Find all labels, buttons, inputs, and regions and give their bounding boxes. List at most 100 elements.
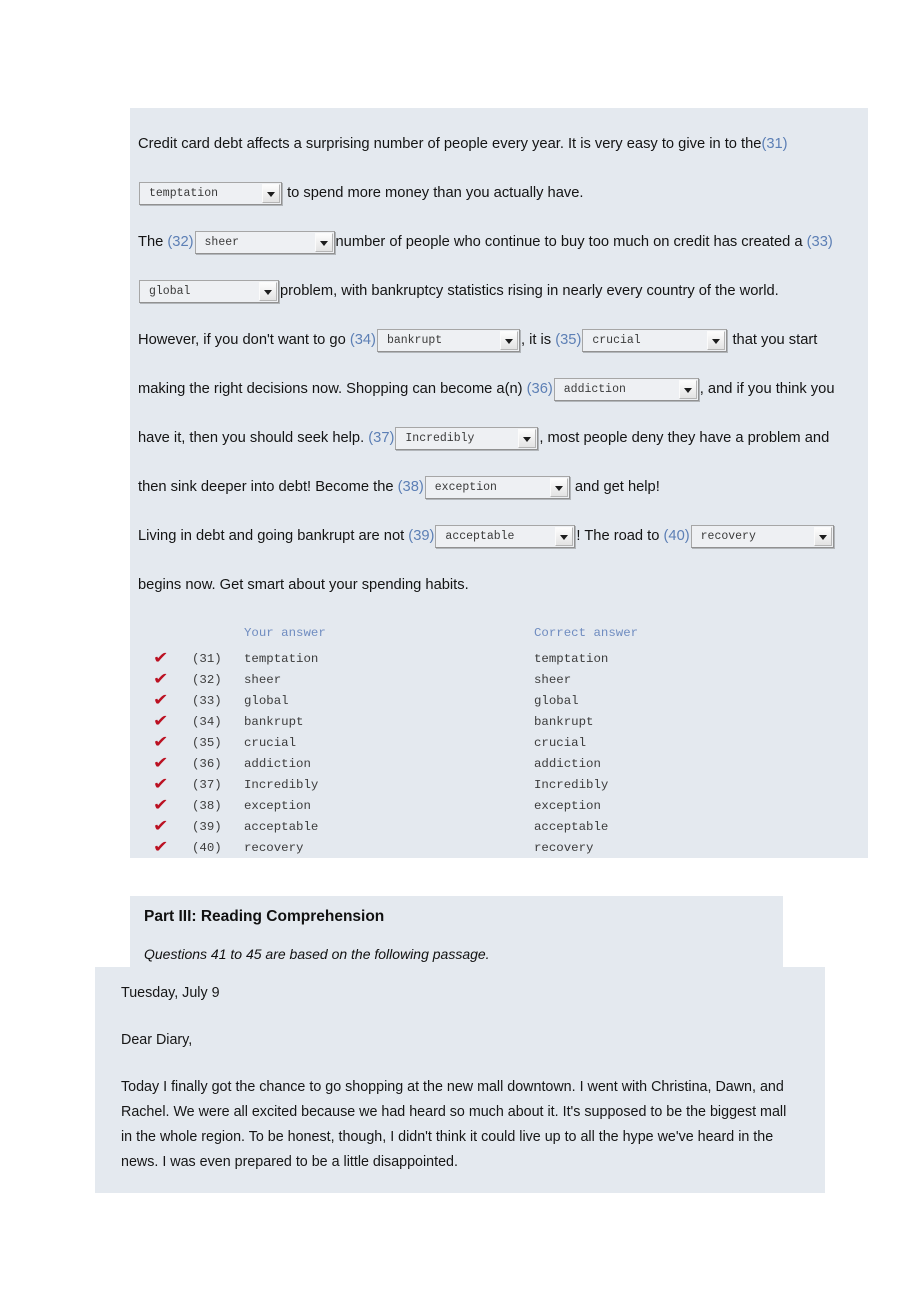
question-number-cell: (35) <box>192 735 222 750</box>
question-number-cell: (37) <box>192 777 222 792</box>
question-number-cell: (34) <box>192 714 222 729</box>
passage-body: Today I finally got the chance to go sho… <box>121 1079 787 1170</box>
correct-answer-cell: crucial <box>534 735 587 750</box>
chevron-down-icon[interactable] <box>555 526 574 546</box>
cloze-text-run: However, if you don't want to go <box>138 332 350 348</box>
result-mark-cell: ✔ <box>130 669 192 690</box>
answer-key-rows: ✔ (31) temptation temptation ✔ (32) shee… <box>130 648 868 858</box>
select-35[interactable]: crucial <box>582 328 728 352</box>
table-row: ✔ (37) Incredibly Incredibly <box>130 774 868 795</box>
question-number-cell: (38) <box>192 798 222 813</box>
select-32-value: sheer <box>204 235 240 249</box>
select-39[interactable]: acceptable <box>435 524 576 548</box>
table-row: ✔ (34) bankrupt bankrupt <box>130 711 868 732</box>
part3-title: Part III: Reading Comprehension <box>144 908 385 925</box>
correct-answer-cell: sheer <box>534 672 572 687</box>
part3-subtitle: Questions 41 to 45 are based on the foll… <box>144 946 490 962</box>
correct-answer-cell: addiction <box>534 756 601 771</box>
your-answer-cell: crucial <box>244 735 297 750</box>
passage-date: Tuesday, July 9 <box>121 985 220 1001</box>
chevron-down-icon[interactable] <box>262 183 280 203</box>
result-mark-cell: ✔ <box>130 711 192 732</box>
your-answer-cell: sheer <box>244 672 282 687</box>
check-icon: ✔ <box>153 753 169 772</box>
chevron-down-icon[interactable] <box>259 281 277 301</box>
table-row: ✔ (32) sheer sheer <box>130 669 868 690</box>
chevron-down-icon[interactable] <box>813 526 832 546</box>
your-answer-cell: temptation <box>244 651 319 666</box>
correct-answer-cell: Incredibly <box>534 777 609 792</box>
question-number-35: (35) <box>555 332 582 348</box>
correct-answer-cell: global <box>534 693 579 708</box>
select-40[interactable]: recovery <box>690 524 834 548</box>
question-number-39: (39) <box>408 528 435 544</box>
select-35-value: crucial <box>592 333 641 347</box>
chevron-down-icon[interactable] <box>707 330 726 350</box>
question-number-cell: (31) <box>192 651 222 666</box>
cloze-text-run: The <box>138 234 168 250</box>
select-39-value: acceptable <box>445 529 515 543</box>
check-icon: ✔ <box>153 816 169 835</box>
result-mark-cell: ✔ <box>130 795 192 816</box>
correct-answer-cell: acceptable <box>534 819 609 834</box>
your-answer-cell: global <box>244 693 289 708</box>
result-mark-cell: ✔ <box>130 774 192 795</box>
cloze-text-run: , it is <box>520 332 556 348</box>
cloze-text-run: to spend more money than you actually ha… <box>283 185 584 201</box>
question-number-cell: (40) <box>192 840 222 855</box>
cloze-paragraph-2: The (32) sheer number of people who contin… <box>138 218 860 316</box>
cloze-text-run: Living in debt and going bankrupt are no… <box>138 528 409 544</box>
cloze-text-run: problem, with bankruptcy statistics risi… <box>280 283 779 299</box>
chevron-down-icon[interactable] <box>314 232 333 252</box>
table-row: ✔ (35) crucial crucial <box>130 732 868 753</box>
chevron-down-icon[interactable] <box>499 330 518 350</box>
chevron-down-icon[interactable] <box>678 379 697 399</box>
check-icon: ✔ <box>153 732 169 751</box>
select-33[interactable]: global <box>139 279 279 303</box>
select-38[interactable]: exception <box>424 475 570 499</box>
check-icon: ✔ <box>153 795 169 814</box>
your-answer-cell: bankrupt <box>244 714 304 729</box>
question-number-cell: (33) <box>192 693 222 708</box>
result-mark-cell: ✔ <box>130 837 192 858</box>
correct-answer-cell: bankrupt <box>534 714 594 729</box>
question-number-31: (31) <box>761 136 788 152</box>
select-37-value: Incredibly <box>405 431 475 445</box>
table-row: ✔ (31) temptation temptation <box>130 648 868 669</box>
select-36-value: addiction <box>563 382 626 396</box>
question-number-cell: (39) <box>192 819 222 834</box>
question-number-33: (33) <box>806 234 833 250</box>
part3-header-panel: Part III: Reading Comprehension Question… <box>130 896 783 976</box>
correct-answer-cell: temptation <box>534 651 609 666</box>
your-answer-cell: exception <box>244 798 311 813</box>
answer-key-table: Your answer Correct answer ✔ (31) tempta… <box>130 626 868 858</box>
your-answer-cell: Incredibly <box>244 777 319 792</box>
correct-answer-cell: recovery <box>534 840 594 855</box>
cloze-text-run: begins now. Get smart about your spendin… <box>138 577 469 593</box>
select-31[interactable]: temptation <box>139 181 282 205</box>
cloze-text-run: ! The road to <box>576 528 664 544</box>
select-37[interactable]: Incredibly <box>395 426 539 450</box>
select-38-value: exception <box>434 480 497 494</box>
select-31-value: temptation <box>149 186 219 200</box>
question-number-34: (34) <box>349 332 376 348</box>
chevron-down-icon[interactable] <box>549 477 568 497</box>
select-34[interactable]: bankrupt <box>376 328 520 352</box>
column-header-number <box>192 626 244 648</box>
question-number-40: (40) <box>663 528 690 544</box>
select-36[interactable]: addiction <box>553 377 699 401</box>
cloze-text-run: number of people who continue to buy too… <box>335 234 807 250</box>
question-number-36: (36) <box>526 381 553 397</box>
cloze-text-body: Credit card debt affects a surprising nu… <box>130 116 868 616</box>
check-icon: ✔ <box>153 837 169 856</box>
check-icon: ✔ <box>153 711 169 730</box>
table-header-row: Your answer Correct answer <box>130 626 868 648</box>
check-icon: ✔ <box>153 774 169 793</box>
column-header-your-answer: Your answer <box>244 626 326 640</box>
question-number-cell: (32) <box>192 672 222 687</box>
your-answer-cell: addiction <box>244 756 311 771</box>
reading-passage-panel: Tuesday, July 9 Dear Diary, Today I fina… <box>95 967 825 1193</box>
chevron-down-icon[interactable] <box>518 428 537 448</box>
select-32[interactable]: sheer <box>194 230 335 254</box>
column-header-mark <box>130 626 192 648</box>
